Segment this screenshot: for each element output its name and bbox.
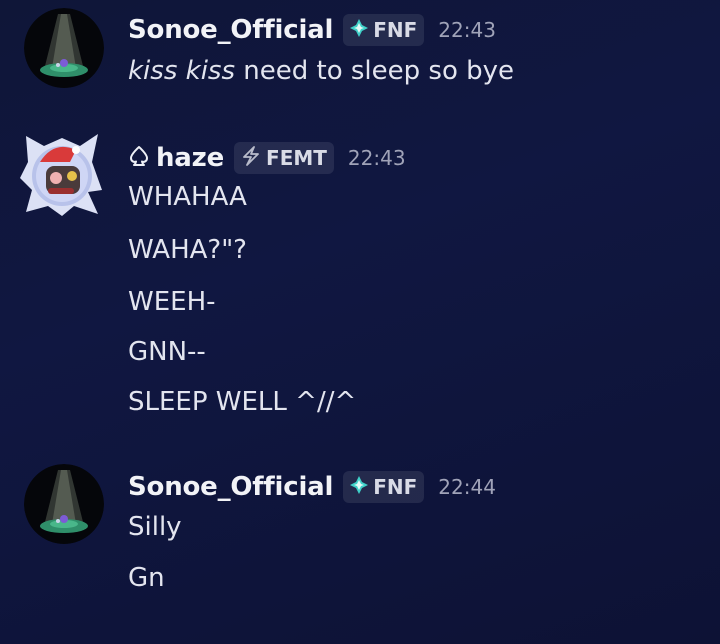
lightning-icon <box>240 145 262 171</box>
message-line: WEEH- <box>128 287 216 317</box>
avatar-haze[interactable] <box>18 128 106 216</box>
avatar-image <box>24 8 104 88</box>
timestamp: 22:43 <box>438 18 496 42</box>
message-header: Sonoe_Official FNF 22:44 <box>128 469 496 505</box>
message-italic-text: kiss kiss <box>128 56 236 86</box>
message-text: need to sleep so bye <box>235 56 515 86</box>
server-tag[interactable]: FNF <box>343 14 425 46</box>
diamond-sparkle-icon <box>349 475 369 500</box>
spade-outline-icon <box>128 145 150 171</box>
timestamp: 22:43 <box>347 146 406 170</box>
tag-label: FEMT <box>266 146 327 170</box>
timestamp: 22:44 <box>438 475 496 499</box>
avatar-image <box>20 134 102 216</box>
server-tag[interactable]: FNF <box>343 471 425 503</box>
username[interactable]: haze <box>156 143 224 173</box>
tag-label: FNF <box>373 475 418 499</box>
avatar-sonoe[interactable] <box>24 8 104 88</box>
message-line: GNN-- <box>128 337 206 367</box>
username[interactable]: Sonoe_Official <box>128 15 333 45</box>
message-line: Silly <box>128 512 182 542</box>
message-line: SLEEP WELL ^//^ <box>128 387 357 417</box>
message-line: Gn <box>128 563 165 593</box>
message-header: Sonoe_Official FNF 22:43 <box>128 12 496 48</box>
tag-label: FNF <box>373 18 418 42</box>
avatar-image <box>24 464 104 544</box>
server-tag[interactable]: FEMT <box>234 142 334 174</box>
message-line: WAHA?"? <box>128 235 247 265</box>
diamond-sparkle-icon <box>349 18 369 43</box>
message-header: haze FEMT 22:43 <box>128 140 406 176</box>
username[interactable]: Sonoe_Official <box>128 472 333 502</box>
message-line: kiss kiss need to sleep so bye <box>128 56 514 86</box>
message-line: WHAHAA <box>128 182 247 212</box>
avatar-sonoe[interactable] <box>24 464 104 544</box>
